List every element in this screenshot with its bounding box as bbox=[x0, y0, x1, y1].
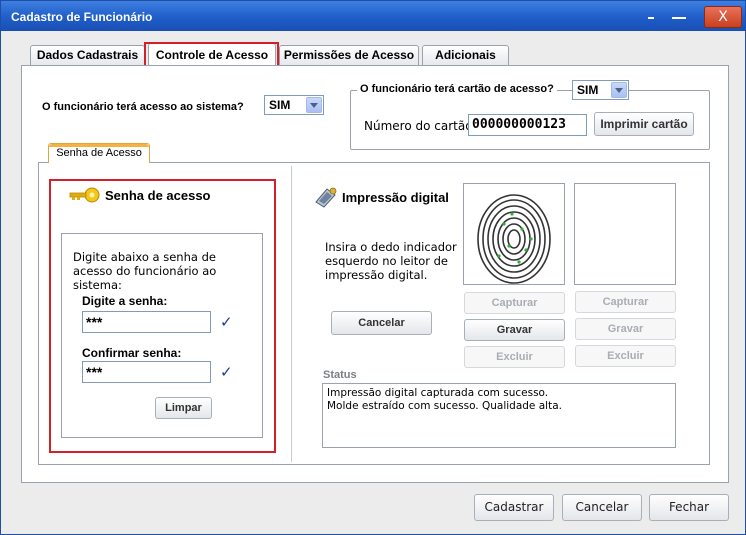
capture-right-button[interactable]: Capturar bbox=[575, 291, 676, 313]
status-line: Impressão digital capturada com sucesso. bbox=[327, 387, 549, 399]
system-access-value: SIM bbox=[269, 98, 291, 112]
status-label: Status bbox=[323, 369, 357, 381]
minimize-icon[interactable] bbox=[669, 9, 689, 25]
status-line: Molde estraído com sucesso. Qualidade al… bbox=[327, 400, 562, 412]
clear-password-button[interactable]: Limpar bbox=[155, 397, 212, 419]
section-divider bbox=[291, 166, 292, 462]
card-number-label: Número do cartão bbox=[364, 119, 473, 133]
system-access-select[interactable]: SIM bbox=[264, 95, 324, 115]
enter-password-check-icon: ✓ bbox=[220, 313, 233, 331]
chevron-down-icon[interactable] bbox=[611, 82, 627, 98]
fingerprint-image-icon bbox=[477, 194, 551, 284]
chevron-down-icon[interactable] bbox=[306, 97, 322, 113]
enter-password-label: Digite a senha: bbox=[82, 294, 168, 308]
tab-adicionais[interactable]: Adicionais bbox=[422, 45, 509, 65]
enter-password-input[interactable]: *** bbox=[82, 311, 211, 333]
confirm-password-check-icon: ✓ bbox=[220, 363, 233, 381]
delete-left-button[interactable]: Excluir bbox=[464, 346, 565, 368]
fingerprint-instruction: Insira o dedo indicador esquerdo no leit… bbox=[325, 240, 457, 282]
close-button[interactable]: X bbox=[704, 6, 742, 28]
password-instruction: Digite abaixo a senha de acesso do funci… bbox=[73, 250, 217, 292]
close-dialog-button[interactable]: Fechar bbox=[649, 494, 729, 521]
tab-permissoes-de-acesso[interactable]: Permissões de Acesso bbox=[279, 45, 419, 65]
card-access-select[interactable]: SIM bbox=[572, 80, 629, 100]
fingerprint-cancel-button[interactable]: Cancelar bbox=[331, 311, 432, 335]
confirm-password-input[interactable]: *** bbox=[82, 361, 211, 383]
password-header: Senha de acesso bbox=[105, 188, 211, 203]
cancel-button[interactable]: Cancelar bbox=[562, 494, 642, 521]
system-access-label: O funcionário terá acesso ao sistema? bbox=[42, 101, 244, 113]
status-box: Impressão digital capturada com sucesso.… bbox=[322, 383, 676, 448]
card-number-input[interactable]: 000000000123 bbox=[468, 114, 587, 136]
key-icon bbox=[68, 186, 100, 207]
card-access-value: SIM bbox=[577, 83, 599, 97]
delete-right-button[interactable]: Excluir bbox=[575, 345, 676, 367]
confirm-password-label: Confirmar senha: bbox=[82, 346, 182, 360]
save-left-button[interactable]: Gravar bbox=[464, 319, 565, 341]
minimize-small-icon[interactable] bbox=[641, 9, 661, 25]
card-access-label: O funcionário terá cartão de acesso? bbox=[357, 83, 557, 95]
fingerprint-header: Impressão digital bbox=[342, 190, 449, 205]
employee-registration-window: Cadastro de Funcionário X Dados Cadastra… bbox=[0, 0, 746, 535]
save-right-button[interactable]: Gravar bbox=[575, 318, 676, 340]
fingerprint-image-right bbox=[574, 183, 676, 285]
print-card-button[interactable]: Imprimir cartão bbox=[594, 112, 694, 136]
capture-left-button[interactable]: Capturar bbox=[464, 292, 565, 314]
title-bar[interactable]: Cadastro de Funcionário X bbox=[1, 1, 745, 31]
register-button[interactable]: Cadastrar bbox=[474, 494, 554, 521]
subtab-senha-de-acesso[interactable]: Senha de Acesso bbox=[48, 143, 150, 163]
window-title: Cadastro de Funcionário bbox=[11, 10, 153, 24]
fingerprint-image-left bbox=[463, 183, 565, 285]
fingerprint-reader-icon bbox=[313, 186, 339, 211]
tab-dados-cadastrais[interactable]: Dados Cadastrais bbox=[30, 45, 145, 65]
